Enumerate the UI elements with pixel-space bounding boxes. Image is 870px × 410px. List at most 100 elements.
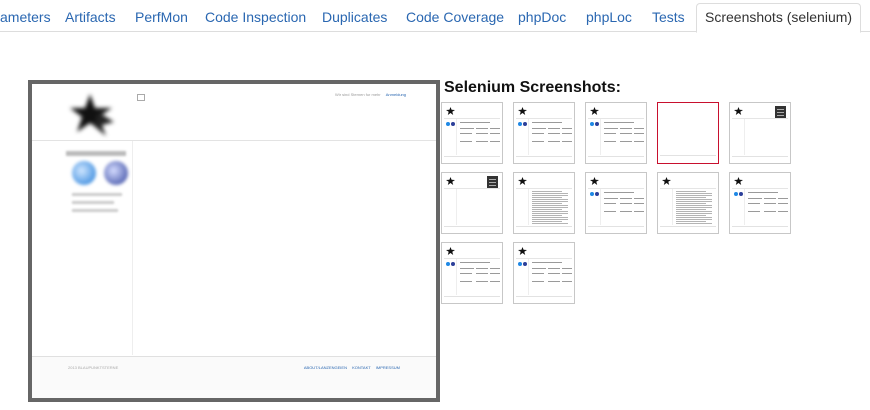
thumbnail-text-line	[490, 281, 500, 282]
screenshot-thumbnail[interactable]	[657, 172, 719, 234]
thumbnail-text-line	[548, 128, 560, 129]
thumbnail-text-line	[460, 122, 490, 123]
screenshot-thumbnail[interactable]	[585, 102, 647, 164]
thumbnail-text-line	[676, 207, 712, 208]
thumbnail-text-line	[532, 209, 562, 210]
screenshot-thumbnail[interactable]	[441, 172, 503, 234]
navy-bubble-icon	[739, 192, 743, 196]
thumbnail-text-line	[676, 213, 712, 214]
tab-phpdoc[interactable]: phpDoc	[518, 4, 566, 31]
thumbnail-text-line	[532, 262, 562, 263]
thumbnail-text-line	[562, 281, 572, 282]
thumbnail-text-line	[476, 268, 488, 269]
screenshot-thumbnail[interactable]	[441, 242, 503, 304]
thumbnail-text-line	[532, 122, 562, 123]
thumbnail-text-line	[562, 268, 572, 269]
blue-bubble-icon	[446, 122, 450, 126]
thumbnail-text-line	[604, 211, 616, 212]
thumbnail-text-line	[476, 273, 488, 274]
screenshot-thumbnail[interactable]	[657, 102, 719, 164]
thumbnail-text-line	[634, 133, 644, 134]
star-logo-icon	[446, 247, 455, 255]
thumbnail-text-line	[460, 128, 474, 129]
tab-duplicates[interactable]: Duplicates	[322, 4, 387, 31]
thumbnail-footer-rule	[588, 226, 644, 227]
thumbnail-text-line	[676, 217, 712, 218]
preview-top-nav: Wir sind Sternen fur mehr Anmeldung	[335, 92, 406, 97]
thumbnail-text-line	[548, 141, 560, 142]
thumbnail-text-line	[620, 211, 632, 212]
thumbnail-text-line	[532, 193, 568, 194]
preview-footer-link: KONTAKT	[352, 365, 371, 370]
thumbnail-text-line	[476, 133, 488, 134]
thumbnail-text-line	[634, 211, 644, 212]
tab-code-inspection[interactable]: Code Inspection	[205, 4, 306, 31]
thumbnail-text-line	[676, 211, 712, 212]
dark-panel-icon	[487, 176, 498, 188]
thumbnail-header-rule	[516, 118, 572, 119]
thumbnail-text-line	[532, 211, 568, 212]
thumbnail-text-line	[532, 128, 546, 129]
thumbnail-sidebar-rule	[528, 189, 529, 225]
star-logo-icon	[70, 94, 114, 136]
thumbnail-header-rule	[516, 188, 572, 189]
thumbnail-text-line	[460, 268, 474, 269]
screenshot-thumbnail[interactable]	[729, 102, 791, 164]
thumbnail-text-line	[460, 141, 472, 142]
thumbnail-text-line	[460, 273, 472, 274]
thumbnail-text-line	[476, 128, 488, 129]
tab-artifacts[interactable]: Artifacts	[65, 4, 116, 31]
navy-bubble-icon	[523, 262, 527, 266]
thumbnail-footer-rule	[732, 226, 788, 227]
screenshot-thumbnail[interactable]	[513, 102, 575, 164]
thumbnail-text-line	[532, 207, 568, 208]
thumbnail-text-line	[532, 219, 568, 220]
thumbnail-footer-rule	[444, 226, 500, 227]
tab-code-coverage[interactable]: Code Coverage	[406, 4, 504, 31]
thumbnail-text-line	[764, 198, 776, 199]
thumbnail-text-line	[620, 141, 632, 142]
thumbnail-text-line	[604, 133, 616, 134]
thumbnail-text-line	[778, 211, 788, 212]
navy-bubble-icon	[523, 122, 527, 126]
thumbnail-text-line	[634, 128, 644, 129]
thumbnail-sidebar-rule	[744, 189, 745, 225]
thumbnail-text-line	[634, 198, 644, 199]
star-logo-icon	[518, 247, 527, 255]
thumbnail-footer-rule	[660, 155, 716, 156]
thumbnail-text-line	[490, 268, 500, 269]
thumbnail-text-line	[676, 219, 712, 220]
screenshot-preview[interactable]: Wir sind Sternen fur mehr Anmeldung 2013…	[28, 80, 440, 402]
thumbnail-text-line	[748, 211, 760, 212]
preview-footer-links: ABOUT/LANZENGEIEN KONTAKT IMPRESSUM	[300, 365, 400, 370]
blue-bubble-icon	[590, 122, 594, 126]
tab-phploc[interactable]: phpLoc	[586, 4, 632, 31]
thumbnail-text-line	[562, 128, 572, 129]
thumbnail-text-line	[676, 201, 712, 202]
tab-screenshots-selenium[interactable]: Screenshots (selenium)	[696, 3, 862, 33]
thumbnail-text-line	[532, 205, 568, 206]
navy-bubble-icon	[451, 122, 455, 126]
thumbnail-text-line	[562, 273, 572, 274]
screenshot-thumbnail[interactable]	[513, 172, 575, 234]
navy-bubble-icon	[595, 192, 599, 196]
thumbnail-text-line	[676, 195, 712, 196]
thumbnail-text-line	[764, 211, 776, 212]
thumbnail-text-line	[548, 133, 560, 134]
screenshot-thumbnail[interactable]	[729, 172, 791, 234]
navy-bubble-icon	[595, 122, 599, 126]
navy-bubble-icon	[104, 161, 128, 185]
tab-parameters[interactable]: ameters	[0, 4, 51, 31]
preview-copyright: 2013 BLAUPUNKTSTERNE	[68, 365, 119, 370]
star-logo-icon	[734, 177, 743, 185]
screenshot-thumbnail[interactable]	[513, 242, 575, 304]
thumbnail-text-line	[532, 273, 544, 274]
screenshot-thumbnail[interactable]	[441, 102, 503, 164]
thumbnail-text-line	[604, 192, 634, 193]
screenshot-thumbnail[interactable]	[585, 172, 647, 234]
tab-perfmon[interactable]: PerfMon	[135, 4, 188, 31]
blue-bubble-icon	[734, 192, 738, 196]
blue-bubble-icon	[518, 262, 522, 266]
tab-tests[interactable]: Tests	[652, 4, 685, 31]
thumbnail-text-line	[490, 273, 500, 274]
